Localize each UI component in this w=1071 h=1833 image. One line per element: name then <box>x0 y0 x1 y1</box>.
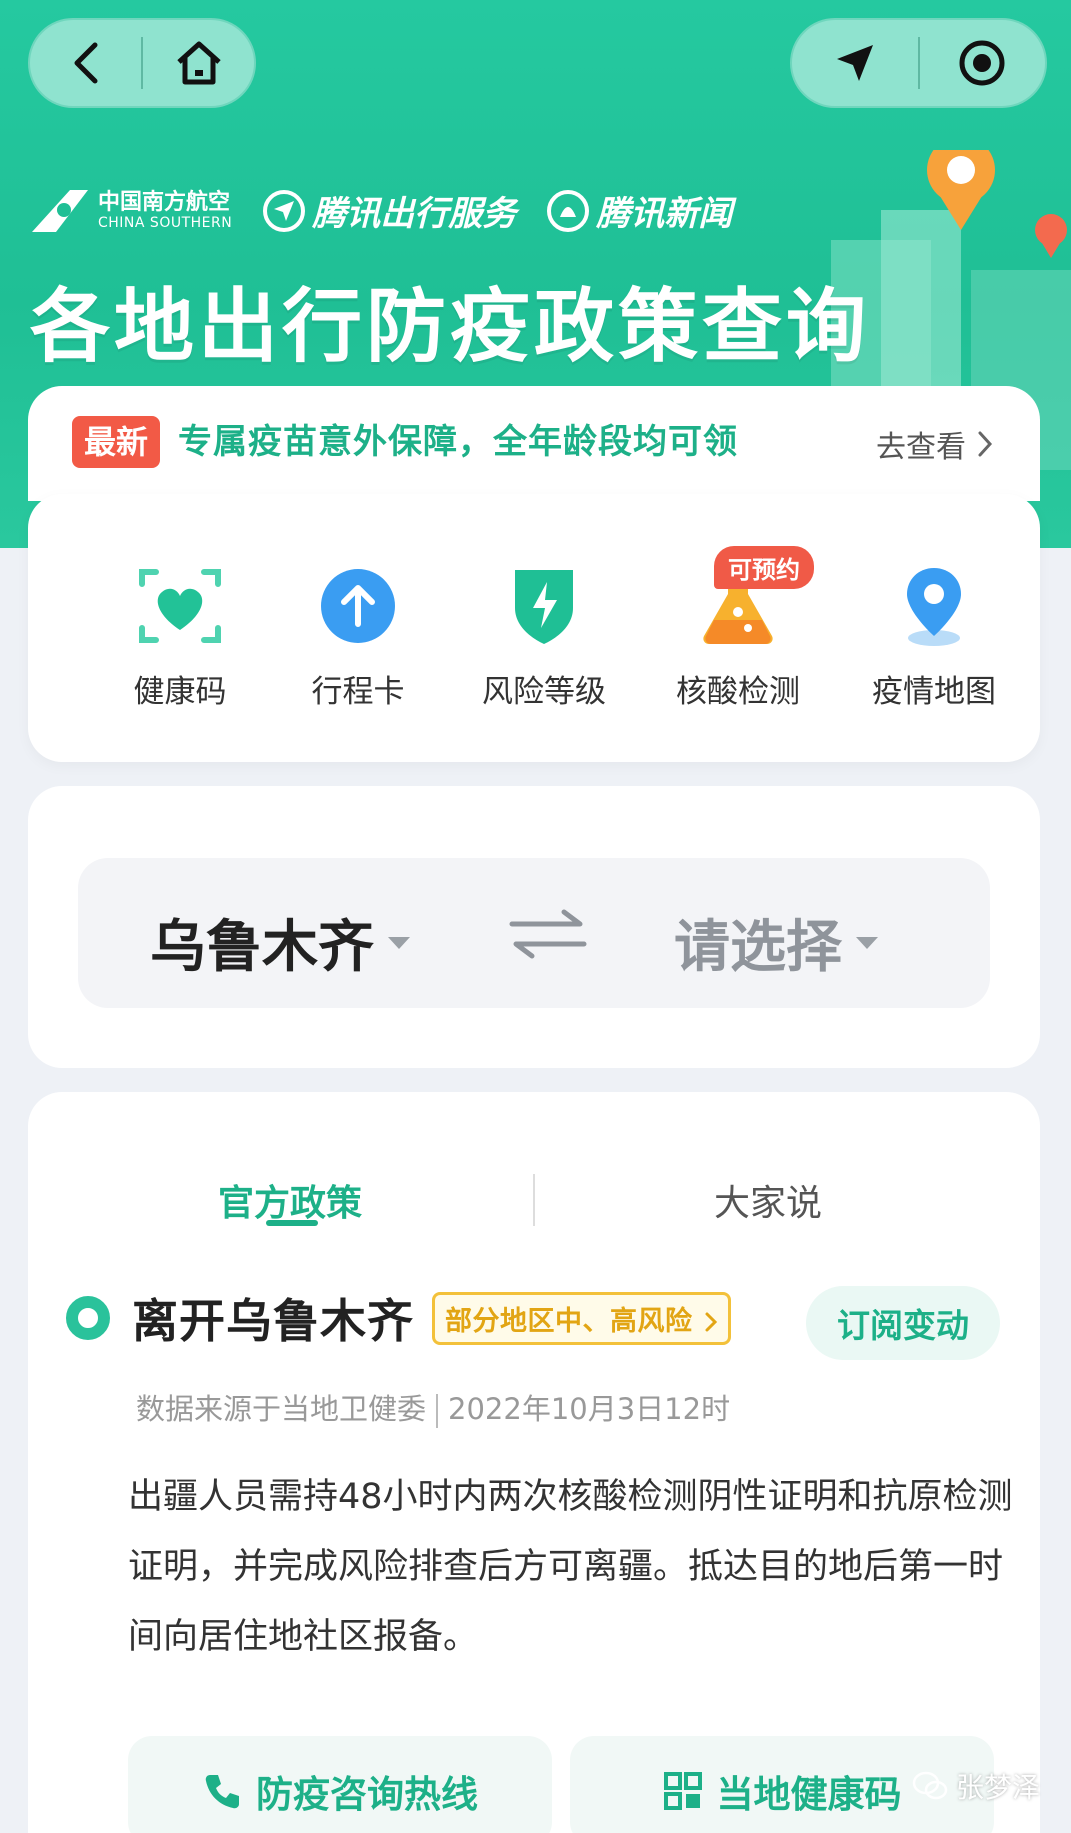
qr-grid-icon <box>663 1772 702 1810</box>
back-button[interactable] <box>30 20 141 106</box>
local-health-code-label: 当地健康码 <box>716 1773 902 1816</box>
subscribe-changes-button[interactable]: 订阅变动 <box>806 1286 1000 1360</box>
notice-bar[interactable]: 最新 专属疫苗意外保障，全年龄段均可领 去查看 <box>28 386 1040 501</box>
nav-capsule-right <box>790 18 1047 108</box>
chevron-right-icon <box>978 431 993 457</box>
target-circle-icon <box>959 40 1005 86</box>
policy-body-text: 出疆人员需持48小时内两次核酸检测阴性证明和抗原检测证明，并完成风险排查后方可离… <box>128 1477 1013 1657</box>
page-title: 各地出行防疫政策查询 <box>30 280 870 373</box>
destination-city-select[interactable]: 请选择 <box>674 902 878 983</box>
tab-divider <box>533 1174 535 1226</box>
chevron-right-icon <box>705 1312 718 1331</box>
caret-down-icon <box>856 936 878 949</box>
brand-cn-name: 中国南方航空 <box>98 189 231 215</box>
close-miniprogram-button[interactable] <box>920 20 1046 106</box>
update-timestamp: 2022年10月3日12时 <box>448 1392 731 1426</box>
tencent-travel-logo-icon <box>263 189 306 232</box>
brand-tencent-news-label: 腾讯新闻 <box>596 194 733 234</box>
home-button[interactable] <box>143 20 254 106</box>
policy-card: 官方政策 大家说 离开乌鲁木齐 部分地区中、高风险 订阅变动 数据来源于当地卫健… <box>28 1092 1040 1833</box>
new-badge: 最新 <box>72 416 161 468</box>
brand-china-southern: 中国南方航空 CHINA SOUTHERN <box>30 188 232 234</box>
shield-bolt-icon <box>515 570 573 644</box>
navigation-arrow-icon <box>836 45 873 81</box>
service-label: 风险等级 <box>482 674 606 710</box>
tencent-news-logo-icon <box>547 189 590 232</box>
partner-brands: 中国南方航空 CHINA SOUTHERN 腾讯出行服务 腾讯新闻 <box>30 186 762 235</box>
data-source-line: 数据来源于当地卫健委 2022年10月3日12时 <box>136 1386 730 1428</box>
wechat-icon <box>912 1771 948 1800</box>
location-button[interactable] <box>792 20 918 106</box>
watermark-author: 张梦泽 <box>956 1771 1041 1804</box>
service-risk-level[interactable]: 风险等级 <box>454 564 634 711</box>
heart-scan-icon <box>139 569 221 643</box>
service-label: 核酸检测 <box>676 674 800 710</box>
brand-tencent-travel-label: 腾讯出行服务 <box>312 194 517 234</box>
tab-community[interactable]: 大家说 <box>714 1174 822 1226</box>
service-health-code[interactable]: 健康码 <box>90 564 270 711</box>
china-southern-logo-icon <box>32 189 88 232</box>
phone-icon <box>205 1775 239 1809</box>
risk-area-label: 部分地区中、高风险 <box>445 1305 693 1337</box>
nav-capsule-left <box>28 18 256 108</box>
service-epidemic-map[interactable]: 疫情地图 <box>844 564 1024 711</box>
caret-down-icon <box>388 936 410 949</box>
status-ring-icon <box>66 1296 110 1340</box>
brand-en-name: CHINA SOUTHERN <box>98 214 233 231</box>
swap-arrows-icon <box>509 909 587 959</box>
brand-tencent-travel: 腾讯出行服务 <box>262 186 516 235</box>
tab-active-indicator <box>266 1220 318 1226</box>
source-divider <box>436 1394 439 1428</box>
notice-view-label: 去查看 <box>876 430 966 465</box>
home-icon <box>176 41 221 85</box>
swap-cities-button[interactable] <box>508 906 588 966</box>
destination-city-placeholder: 请选择 <box>674 915 842 980</box>
watermark: 张梦泽 <box>912 1766 1040 1806</box>
service-itinerary-card[interactable]: 行程卡 <box>268 564 448 711</box>
risk-area-tag[interactable]: 部分地区中、高风险 <box>432 1291 732 1345</box>
brand-tencent-news: 腾讯新闻 <box>546 186 732 235</box>
hotline-label: 防疫咨询热线 <box>256 1773 478 1816</box>
arrow-up-icon <box>321 569 395 643</box>
appointment-tag: 可预约 <box>714 546 814 589</box>
city-selector-card: 乌鲁木齐 请选择 <box>28 786 1040 1068</box>
chevron-left-icon <box>74 42 97 84</box>
service-label: 行程卡 <box>311 674 405 710</box>
tab-official-policy[interactable]: 官方政策 <box>218 1174 362 1226</box>
services-card: 健康码 行程卡 风险等级 核酸检测 可预约 疫情地图 <box>28 494 1040 762</box>
data-source-text: 数据来源于当地卫健委 <box>136 1392 427 1426</box>
leave-city-title: 离开乌鲁木齐 <box>132 1294 414 1348</box>
notice-text: 专属疫苗意外保障，全年龄段均可领 <box>178 422 739 462</box>
departure-city-select[interactable]: 乌鲁木齐 <box>150 902 410 983</box>
departure-city-value: 乌鲁木齐 <box>150 915 374 980</box>
service-label: 健康码 <box>133 674 227 710</box>
hotline-button[interactable]: 防疫咨询热线 <box>128 1736 552 1833</box>
city-selector: 乌鲁木齐 请选择 <box>78 858 990 1008</box>
map-pin-icon <box>907 568 961 646</box>
notice-view-link[interactable]: 去查看 <box>876 422 996 466</box>
service-label: 疫情地图 <box>872 674 996 710</box>
